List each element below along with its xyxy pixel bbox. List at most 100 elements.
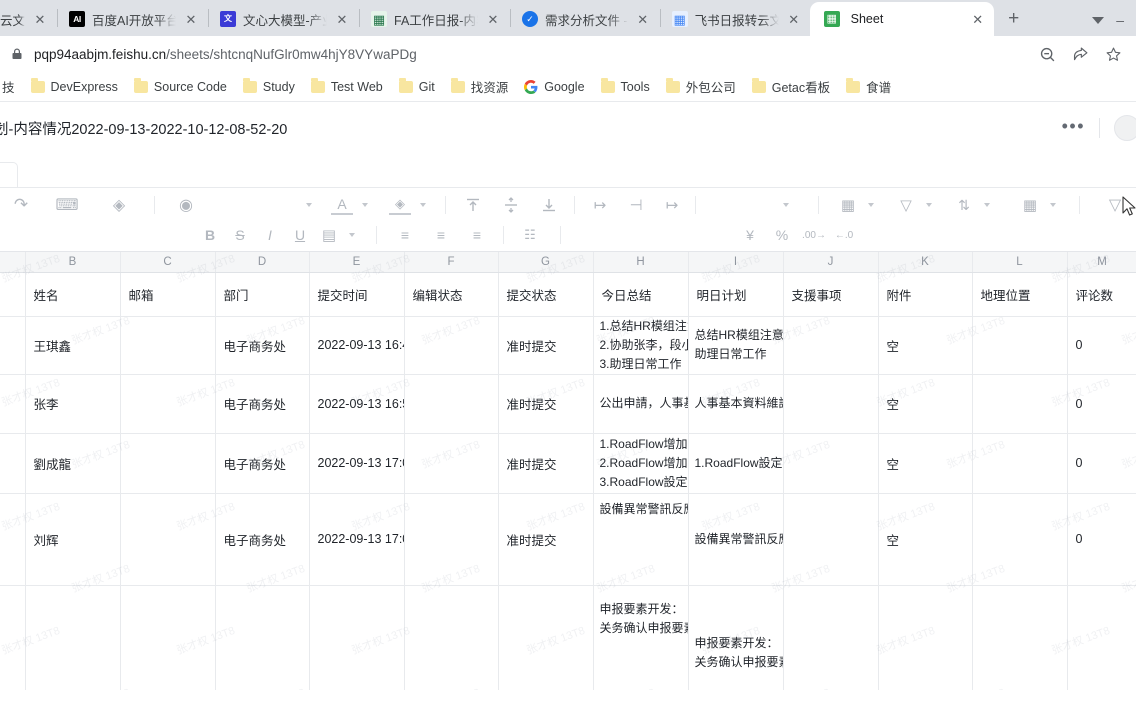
- cell-email[interactable]: [120, 493, 216, 586]
- spreadsheet-grid[interactable]: B C D E F G H I J K L M 姓名 邮箱 部门 提交时间 编辑…: [0, 252, 1136, 690]
- column-header-I[interactable]: I: [688, 252, 784, 273]
- bookmark-item-source-code[interactable]: Source Code: [127, 77, 234, 97]
- percent-icon[interactable]: %: [771, 222, 793, 248]
- cell-email[interactable]: [120, 316, 216, 375]
- cell-dept[interactable]: 电子商务处: [215, 316, 310, 375]
- bookmark-item-getac-board[interactable]: Getac看板: [745, 74, 837, 99]
- bookmark-item-outsourcing[interactable]: 外包公司: [659, 74, 743, 99]
- cell-dept[interactable]: 电子商务处: [215, 433, 310, 494]
- wrap-text-icon[interactable]: ↦: [587, 192, 613, 218]
- cell-support-header[interactable]: 支援事项: [783, 272, 879, 317]
- row-header[interactable]: [0, 493, 26, 586]
- cell-name[interactable]: 张李: [25, 374, 121, 434]
- cell-dept[interactable]: 电子商务处: [215, 585, 310, 690]
- cell-comments[interactable]: 0: [1067, 585, 1136, 690]
- cell-edit-status-header[interactable]: 编辑状态: [404, 272, 499, 317]
- browser-tab-cloud-doc[interactable]: 云文档 ✕: [0, 2, 56, 36]
- align-middle-icon[interactable]: [498, 192, 524, 218]
- align-right-icon[interactable]: ≡: [465, 222, 489, 248]
- cell-location[interactable]: [972, 374, 1068, 434]
- freeze-icon[interactable]: ▦: [837, 192, 859, 218]
- column-header-L[interactable]: L: [972, 252, 1068, 273]
- bookmark-star-icon[interactable]: [1105, 46, 1122, 63]
- column-header-K[interactable]: K: [878, 252, 973, 273]
- merge-cells-dropdown-icon[interactable]: [774, 192, 796, 218]
- cell-email[interactable]: [120, 585, 216, 690]
- cell-dept-header[interactable]: 部门: [215, 272, 310, 317]
- tab-close-icon[interactable]: ✕: [485, 11, 501, 27]
- cell-submit-status[interactable]: 准时提交: [498, 433, 594, 494]
- strikethrough-icon[interactable]: S: [228, 222, 252, 248]
- cell-tomorrow-plan[interactable]: 人事基本資料維護: [688, 374, 784, 434]
- tab-close-icon[interactable]: ✕: [786, 11, 802, 27]
- font-size-dropdown-icon[interactable]: [297, 192, 319, 218]
- cell-tomorrow-plan[interactable]: 申报要素开发： 关务确认申报要素: [688, 585, 784, 690]
- cell-submit-status-header[interactable]: 提交状态: [498, 272, 594, 317]
- cell-dept[interactable]: 电子商务处: [215, 374, 310, 434]
- cell-location[interactable]: [972, 433, 1068, 494]
- cell-comments[interactable]: 0: [1067, 433, 1136, 494]
- column-header-B[interactable]: B: [25, 252, 121, 273]
- column-header-J[interactable]: J: [783, 252, 879, 273]
- cell-comments[interactable]: 0: [1067, 374, 1136, 434]
- row-header[interactable]: [0, 272, 26, 317]
- bookmark-item[interactable]: 技: [2, 74, 22, 99]
- cell-comments[interactable]: 0: [1067, 493, 1136, 586]
- cell-location-header[interactable]: 地理位置: [972, 272, 1068, 317]
- cell-comments-header[interactable]: 评论数: [1067, 272, 1136, 317]
- cell-edit-status[interactable]: [404, 374, 499, 434]
- cell-support[interactable]: [783, 493, 879, 586]
- filter-icon[interactable]: ▽: [895, 192, 917, 218]
- cell-email[interactable]: [120, 433, 216, 494]
- browser-tab-wenxin[interactable]: 文 文心大模型-产业 ✕: [210, 2, 358, 36]
- browser-tab-feishu-report-to-cloud[interactable]: ▦ 飞书日报转云文 ✕: [662, 2, 810, 36]
- cell-location[interactable]: [972, 316, 1068, 375]
- row-header[interactable]: [0, 316, 26, 375]
- cell-name[interactable]: 王琪鑫: [25, 316, 121, 375]
- column-header-M[interactable]: M: [1067, 252, 1136, 273]
- tab-close-icon[interactable]: ✕: [635, 11, 651, 27]
- merge-grid-icon[interactable]: ☷: [518, 222, 542, 248]
- align-top-icon[interactable]: [460, 192, 486, 218]
- cell-submit-time[interactable]: 2022-09-13 16:52: [309, 374, 405, 434]
- cell-attachment[interactable]: 空: [878, 433, 973, 494]
- bookmark-item-google[interactable]: Google: [517, 77, 591, 97]
- bookmark-item-study[interactable]: Study: [236, 77, 302, 97]
- avatar[interactable]: [1114, 115, 1136, 141]
- group-icon[interactable]: ▽: [1104, 192, 1126, 218]
- tab-close-icon[interactable]: ✕: [32, 11, 48, 27]
- cell-today-summary[interactable]: 公出申請，人事基: [593, 374, 689, 434]
- cell-today-summary[interactable]: 1.RoadFlow增加N 2.RoadFlow增加N 3.RoadFlow設定…: [593, 433, 689, 494]
- column-header-F[interactable]: F: [404, 252, 499, 273]
- cell-edit-status[interactable]: [404, 493, 499, 586]
- format-painter-icon[interactable]: ⌨: [54, 192, 80, 218]
- align-bottom-icon[interactable]: [536, 192, 562, 218]
- cell-name[interactable]: 赵鹏: [25, 585, 121, 690]
- cell-tomorrow-plan[interactable]: 1.RoadFlow設定N: [688, 433, 784, 494]
- row-header[interactable]: [0, 374, 26, 434]
- cell-support[interactable]: [783, 433, 879, 494]
- cell-attachment[interactable]: 空: [878, 585, 973, 690]
- cell-attachment-header[interactable]: 附件: [878, 272, 973, 317]
- cell-submit-time-header[interactable]: 提交时间: [309, 272, 405, 317]
- cell-tomorrow-plan-header[interactable]: 明日计划: [688, 272, 784, 317]
- cell-location[interactable]: [972, 493, 1068, 586]
- cell-dept[interactable]: 电子商务处: [215, 493, 310, 586]
- more-options-icon[interactable]: •••: [1062, 117, 1085, 135]
- clear-format-icon[interactable]: ◈: [106, 192, 132, 218]
- cell-comments[interactable]: 0: [1067, 316, 1136, 375]
- bookmark-item-test-web[interactable]: Test Web: [304, 77, 390, 97]
- cell-today-summary-header[interactable]: 今日总结: [593, 272, 689, 317]
- cell-email[interactable]: [120, 374, 216, 434]
- column-header-H[interactable]: H: [593, 252, 689, 273]
- sort-icon[interactable]: ⇅: [953, 192, 975, 218]
- browser-tab-sheet[interactable]: ▦ Sheet ✕: [809, 2, 994, 36]
- overflow-text-icon[interactable]: ↦: [659, 192, 685, 218]
- currency-icon[interactable]: ¥: [739, 222, 761, 248]
- underline-icon[interactable]: U: [288, 222, 312, 248]
- cell-submit-time[interactable]: 2022-09-13 17:06: [309, 493, 405, 586]
- tab-close-icon[interactable]: ✕: [183, 11, 199, 27]
- cell-submit-status[interactable]: 准时提交: [498, 585, 594, 690]
- conditional-format-icon[interactable]: ▦: [1019, 192, 1041, 218]
- url-text[interactable]: pqp94aabjm.feishu.cn/sheets/shtcnqNufGlr…: [34, 47, 1029, 62]
